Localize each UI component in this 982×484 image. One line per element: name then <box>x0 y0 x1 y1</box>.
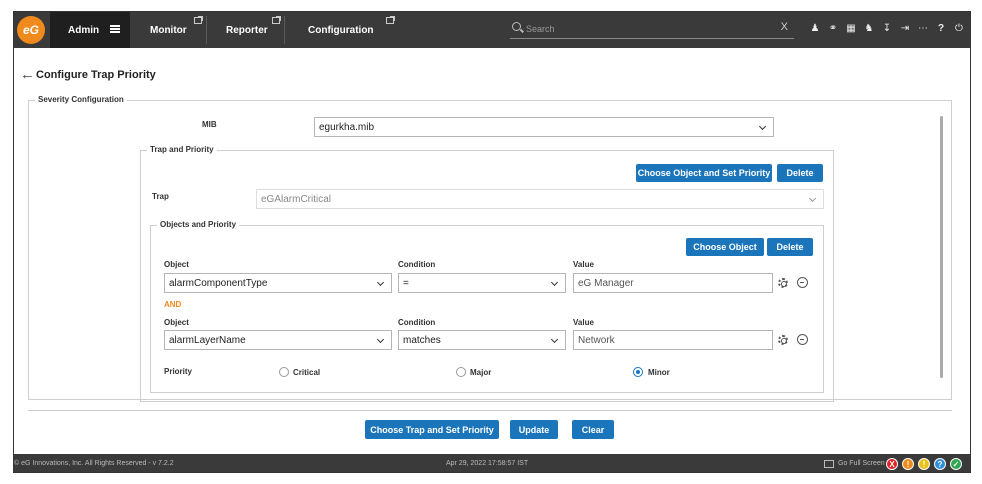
tab-monitor[interactable]: Monitor <box>132 12 206 48</box>
condition-select-value: matches <box>403 334 441 346</box>
footer-bar: © eG Innovations, Inc. All Rights Reserv… <box>14 454 970 472</box>
choose-object-and-set-priority-button[interactable]: Choose Object and Set Priority <box>636 164 772 182</box>
divider <box>28 410 952 411</box>
update-button[interactable]: Update <box>510 420 558 439</box>
hamburger-menu-icon[interactable] <box>110 25 120 33</box>
server-timestamp: Apr 29, 2022 17:58:57 IST <box>446 460 529 467</box>
trap-select-value: eGAlarmCritical <box>261 193 332 205</box>
tab-monitor-label: Monitor <box>150 24 187 36</box>
gear-icon[interactable] <box>778 335 788 345</box>
toolbar-icons: ♟ ⚭ ▦ ♞ ↧ ⇥ ⋯ ? ⏻ <box>810 23 964 35</box>
object-label: Object <box>164 318 189 327</box>
back-arrow-icon[interactable]: ← <box>20 66 35 83</box>
help-icon[interactable]: ? <box>936 23 946 35</box>
trap-and-priority-legend: Trap and Priority <box>147 145 217 154</box>
power-icon[interactable]: ⏻ <box>954 23 964 35</box>
signout-icon[interactable]: ⇥ <box>900 23 910 35</box>
priority-minor-radio[interactable] <box>633 367 643 377</box>
choose-trap-and-set-priority-button[interactable]: Choose Trap and Set Priority <box>365 420 499 439</box>
normal-status-icon[interactable]: ✓ <box>950 458 962 470</box>
tab-reporter-label: Reporter <box>226 24 268 36</box>
major-status-icon[interactable]: ! <box>902 458 914 470</box>
priority-label: Priority <box>164 367 193 376</box>
value-label: Value <box>573 318 594 327</box>
gear-icon[interactable] <box>778 278 788 288</box>
value-input[interactable]: eG Manager <box>573 273 773 293</box>
chart-icon[interactable]: ▦ <box>846 23 856 35</box>
search-clear-button[interactable]: X <box>781 21 788 33</box>
search-icon <box>512 22 521 31</box>
value-label: Value <box>573 260 594 269</box>
condition-select-value: = <box>403 277 409 289</box>
fullscreen-icon[interactable] <box>824 460 834 468</box>
tab-admin[interactable]: Admin <box>50 12 130 48</box>
page-title: Configure Trap Priority <box>36 69 156 81</box>
unknown-status-icon[interactable]: ? <box>934 458 946 470</box>
critical-status-icon[interactable]: X <box>886 458 898 470</box>
eg-logo[interactable]: eG <box>17 16 45 44</box>
object-select-value: alarmLayerName <box>169 334 246 346</box>
vertical-scrollbar[interactable] <box>940 116 943 378</box>
delete-trap-button[interactable]: Delete <box>777 164 823 182</box>
object-select-value: alarmComponentType <box>169 277 268 289</box>
condition-label: Condition <box>398 318 436 327</box>
value-input-text: Network <box>578 334 615 346</box>
more-icon[interactable]: ⋯ <box>918 23 928 35</box>
and-label: AND <box>164 300 182 309</box>
priority-minor-label: Minor <box>648 368 670 377</box>
tab-reporter[interactable]: Reporter <box>208 12 282 48</box>
object-select[interactable]: alarmLayerName <box>164 330 392 350</box>
object-label: Object <box>164 260 189 269</box>
mib-select-value: egurkha.mib <box>319 121 375 133</box>
copyright-text: © eG Innovations, Inc. All Rights Reserv… <box>14 460 174 467</box>
download-icon[interactable]: ↧ <box>882 23 892 35</box>
search-box: X <box>510 21 794 39</box>
top-navigation-bar: eG Admin Monitor Reporter Configuration … <box>14 12 970 48</box>
bell-icon[interactable]: ♞ <box>864 23 874 35</box>
external-link-icon[interactable] <box>386 16 395 24</box>
external-link-icon[interactable] <box>194 16 203 24</box>
severity-configuration-legend: Severity Configuration <box>35 95 127 104</box>
condition-select[interactable]: = <box>398 273 566 293</box>
objects-and-priority-legend: Objects and Priority <box>157 220 240 229</box>
clear-button[interactable]: Clear <box>572 420 614 439</box>
condition-label: Condition <box>398 260 436 269</box>
priority-critical-radio[interactable] <box>279 367 289 377</box>
tab-admin-label: Admin <box>68 24 100 36</box>
remove-condition-icon[interactable] <box>797 334 808 345</box>
link-icon[interactable]: ⚭ <box>828 23 838 35</box>
priority-major-radio[interactable] <box>456 367 466 377</box>
remove-condition-icon[interactable] <box>797 277 808 288</box>
choose-object-button[interactable]: Choose Object <box>686 238 764 256</box>
mib-label: MIB <box>202 120 217 129</box>
minor-status-icon[interactable]: ! <box>918 458 930 470</box>
nav-divider <box>206 16 207 44</box>
value-input-text: eG Manager <box>578 277 634 289</box>
object-select[interactable]: alarmComponentType <box>164 273 392 293</box>
search-input[interactable] <box>526 22 766 36</box>
condition-select[interactable]: matches <box>398 330 566 350</box>
go-full-screen-link[interactable]: Go Full Screen <box>838 460 885 467</box>
value-input[interactable]: Network <box>573 330 773 350</box>
tab-configuration-label: Configuration <box>308 24 374 36</box>
trap-select[interactable]: eGAlarmCritical <box>256 189 824 209</box>
app-window: eG Admin Monitor Reporter Configuration … <box>13 11 971 473</box>
trap-label: Trap <box>152 192 169 201</box>
nav-divider <box>284 16 285 44</box>
delete-object-button[interactable]: Delete <box>767 238 813 256</box>
priority-major-label: Major <box>470 368 492 377</box>
external-link-icon[interactable] <box>272 16 281 24</box>
mib-select[interactable]: egurkha.mib <box>314 117 774 137</box>
user-icon[interactable]: ♟ <box>810 23 820 35</box>
priority-critical-label: Critical <box>293 368 321 377</box>
tab-configuration[interactable]: Configuration <box>290 12 395 48</box>
